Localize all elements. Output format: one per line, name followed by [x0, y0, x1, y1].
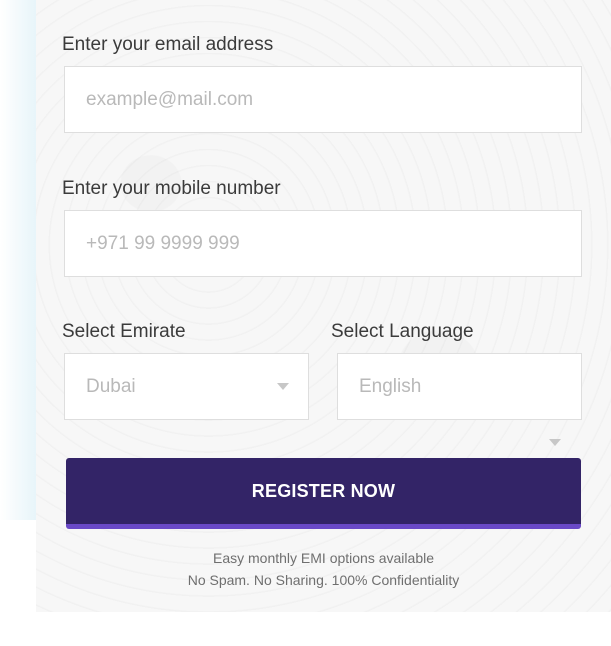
language-selected-value: English	[359, 375, 422, 397]
mobile-input[interactable]	[86, 232, 581, 255]
mobile-label: Enter your mobile number	[62, 178, 281, 199]
emirate-label: Select Emirate	[62, 321, 186, 342]
email-input[interactable]	[86, 88, 581, 111]
chevron-down-icon[interactable]	[549, 439, 561, 446]
mobile-field[interactable]	[64, 210, 582, 277]
privacy-note: No Spam. No Sharing. 100% Confidentialit…	[187, 572, 460, 588]
emirate-selected-value: Dubai	[86, 375, 136, 397]
chevron-down-icon[interactable]	[277, 383, 289, 390]
email-field[interactable]	[64, 66, 582, 133]
card-shadow	[0, 0, 38, 520]
emi-note: Easy monthly EMI options available	[213, 550, 434, 566]
language-select[interactable]: English	[337, 353, 582, 420]
language-label: Select Language	[331, 321, 474, 342]
register-button[interactable]: REGISTER NOW	[66, 458, 581, 529]
email-label: Enter your email address	[62, 34, 274, 55]
emirate-select[interactable]: Dubai	[64, 353, 309, 420]
